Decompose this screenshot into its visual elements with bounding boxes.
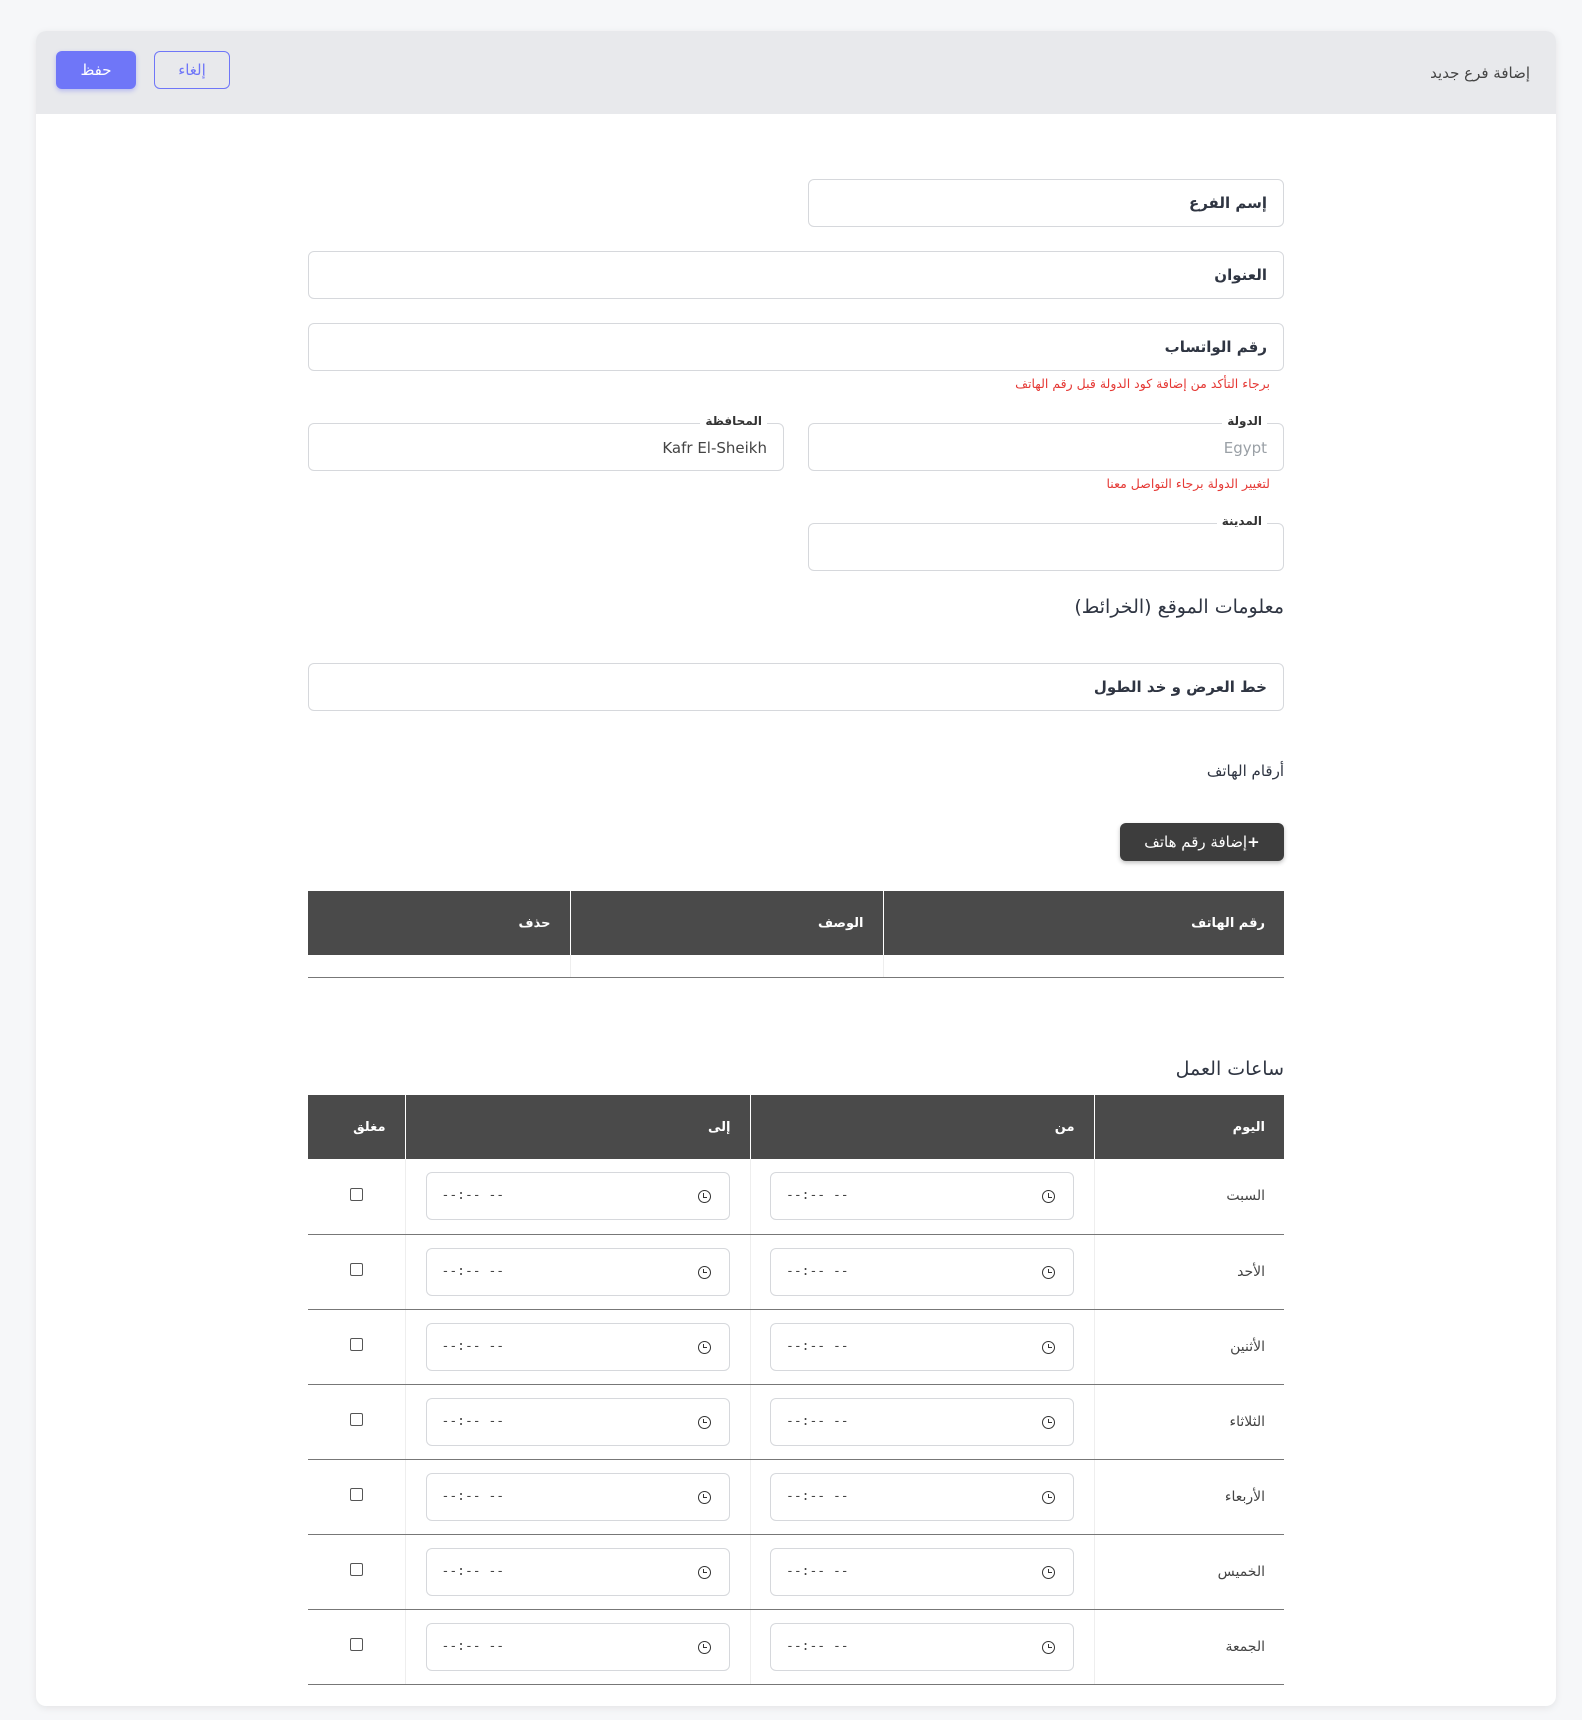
time-to-input[interactable]: --:-- -- — [425, 1397, 730, 1446]
phones-empty-row — [308, 955, 1284, 978]
clock-icon — [697, 1490, 711, 1504]
hours-col-closed: مغلق — [308, 1095, 405, 1159]
clock-icon — [1042, 1565, 1055, 1579]
clock-icon — [1042, 1490, 1055, 1504]
location-section-title: معلومات الموقع (الخرائط) — [1074, 596, 1284, 618]
add-phone-label: إضافة رقم هاتف — [1144, 833, 1248, 851]
day-label: الثلاثاء — [1093, 1384, 1284, 1460]
whatsapp-hint: برجاء التأكد من إضافة كود الدولة قبل رقم… — [1015, 376, 1270, 391]
time-from-input[interactable]: --:-- -- — [770, 1622, 1074, 1671]
cancel-button[interactable]: إلغاء — [154, 51, 230, 89]
hours-col-from: من — [749, 1095, 1094, 1159]
city-input[interactable] — [809, 524, 1283, 570]
card-header: إضافة فرع جديد حفظ إلغاء — [36, 31, 1556, 114]
time-to-input[interactable]: --:-- -- — [425, 1322, 730, 1371]
closed-checkbox[interactable] — [349, 1263, 363, 1276]
phones-col-number: رقم الهاتف — [882, 891, 1284, 955]
country-value: Egypt — [1223, 439, 1267, 457]
clock-icon — [697, 1340, 711, 1354]
clock-icon — [697, 1640, 711, 1654]
phones-col-delete: حذف — [308, 891, 570, 955]
table-row: الأثنين --:-- -- --:-- -- — [308, 1309, 1284, 1385]
country-hint: لتغيير الدولة برجاء التواصل معنا — [1106, 476, 1271, 491]
governorate-value: Kafr El-Sheikh — [662, 439, 767, 457]
time-from-input[interactable]: --:-- -- — [770, 1472, 1074, 1521]
day-label: الخميس — [1093, 1534, 1284, 1610]
clock-icon — [697, 1190, 711, 1204]
clock-icon — [1042, 1265, 1055, 1279]
whatsapp-input[interactable] — [309, 324, 1283, 370]
time-from-input[interactable]: --:-- -- — [770, 1547, 1074, 1596]
table-row: الأحد --:-- -- --:-- -- — [308, 1234, 1284, 1310]
closed-checkbox[interactable] — [349, 1488, 363, 1501]
hours-col-day: اليوم — [1093, 1095, 1284, 1159]
phones-col-description: الوصف — [569, 891, 883, 955]
phones-section-title: أرقام الهاتف — [1206, 762, 1284, 780]
time-to-input[interactable]: --:-- -- — [425, 1622, 730, 1671]
day-label: السبت — [1093, 1159, 1284, 1235]
city-label: المدينة — [1216, 514, 1267, 528]
clock-icon — [1042, 1640, 1055, 1654]
closed-checkbox[interactable] — [349, 1413, 363, 1426]
clock-icon — [697, 1415, 711, 1429]
table-row: الجمعة --:-- -- --:-- -- — [308, 1609, 1284, 1685]
closed-checkbox[interactable] — [349, 1638, 363, 1651]
closed-checkbox[interactable] — [349, 1338, 363, 1351]
table-row: السبت --:-- -- --:-- -- — [308, 1159, 1284, 1235]
day-label: الأحد — [1093, 1234, 1284, 1310]
whatsapp-field[interactable] — [308, 323, 1284, 371]
branch-name-input[interactable] — [809, 180, 1283, 226]
clock-icon — [697, 1265, 711, 1279]
governorate-field[interactable]: المحافظة Kafr El-Sheikh — [308, 414, 784, 471]
table-row: الخميس --:-- -- --:-- -- — [308, 1534, 1284, 1610]
plus-icon: + — [1247, 833, 1260, 851]
time-to-input[interactable]: --:-- -- — [425, 1472, 730, 1521]
page-title: إضافة فرع جديد — [1430, 64, 1530, 82]
city-field[interactable]: المدينة — [808, 514, 1284, 571]
country-label: الدولة — [1222, 414, 1267, 428]
latlng-field[interactable] — [308, 663, 1284, 711]
governorate-label: المحافظة — [700, 414, 767, 428]
closed-checkbox[interactable] — [349, 1563, 363, 1576]
time-from-input[interactable]: --:-- -- — [770, 1247, 1074, 1296]
time-to-input[interactable]: --:-- -- — [425, 1172, 730, 1221]
phones-table: رقم الهاتف الوصف حذف — [308, 891, 1284, 978]
branch-form-card: إضافة فرع جديد حفظ إلغاء برجاء التأكد من… — [36, 31, 1556, 1706]
branch-name-field[interactable] — [808, 179, 1284, 227]
clock-icon — [1042, 1340, 1055, 1354]
day-label: الجمعة — [1093, 1609, 1284, 1685]
clock-icon — [1042, 1415, 1055, 1429]
time-to-input[interactable]: --:-- -- — [425, 1547, 730, 1596]
hours-table: اليوم من إلى مغلق السبت --:-- -- --:-- -… — [308, 1095, 1284, 1685]
address-field[interactable] — [308, 251, 1284, 299]
table-row: الأربعاء --:-- -- --:-- -- — [308, 1459, 1284, 1535]
time-from-input[interactable]: --:-- -- — [770, 1397, 1074, 1446]
latlng-input[interactable] — [309, 664, 1283, 710]
day-label: الأربعاء — [1093, 1459, 1284, 1535]
time-to-input[interactable]: --:-- -- — [425, 1247, 730, 1296]
closed-checkbox[interactable] — [349, 1187, 363, 1201]
country-field: الدولة Egypt — [808, 414, 1284, 471]
address-input[interactable] — [309, 252, 1283, 298]
table-row: الثلاثاء --:-- -- --:-- -- — [308, 1384, 1284, 1460]
hours-section-title: ساعات العمل — [1175, 1058, 1284, 1080]
clock-icon — [1042, 1190, 1055, 1204]
day-label: الأثنين — [1093, 1309, 1284, 1385]
time-from-input[interactable]: --:-- -- — [770, 1172, 1074, 1221]
clock-icon — [697, 1565, 711, 1579]
time-from-input[interactable]: --:-- -- — [770, 1322, 1074, 1371]
add-phone-button[interactable]: +إضافة رقم هاتف — [1120, 823, 1284, 861]
hours-col-to: إلى — [404, 1095, 750, 1159]
save-button[interactable]: حفظ — [56, 51, 136, 89]
